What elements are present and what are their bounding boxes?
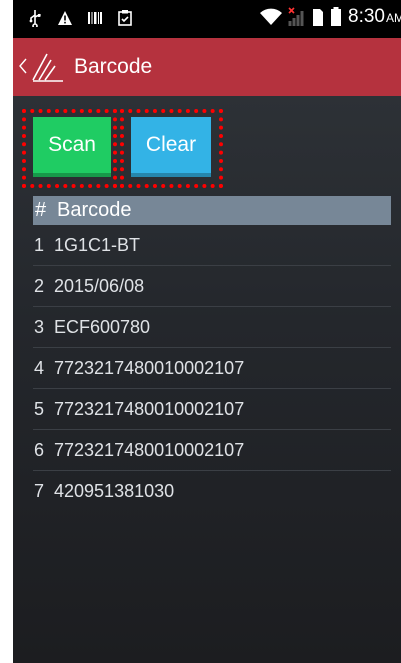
main-content: Scan Clear # Barcode 1 1G1C1-BT 2 2015/0… (13, 96, 401, 663)
sim-icon (313, 9, 324, 26)
row-number: 5 (34, 398, 45, 419)
status-bar: 8:30AM (13, 0, 401, 38)
row-number: 1 (34, 234, 45, 255)
row-barcode: 2015/06/08 (54, 275, 145, 296)
table-row[interactable]: 6 7723217480010002107 (33, 430, 391, 471)
warning-icon (58, 11, 72, 25)
table-row[interactable]: 4 7723217480010002107 (33, 348, 391, 389)
row-number: 6 (34, 439, 45, 460)
no-signal-icon (288, 7, 304, 26)
barcode-notification-icon (88, 12, 102, 24)
table-row[interactable]: 2 2015/06/08 (33, 266, 391, 307)
status-bar-notifications (27, 9, 133, 27)
status-time: 8:30AM (348, 6, 401, 27)
row-barcode: 7723217480010002107 (54, 357, 245, 378)
header-number: # (35, 199, 47, 221)
clear-button[interactable]: Clear (131, 117, 211, 177)
page-title: Barcode (74, 55, 153, 78)
row-number: 7 (34, 481, 45, 501)
clipboard-icon (118, 10, 132, 26)
action-bar: Barcode (13, 38, 401, 96)
status-bar-system: 8:30AM (260, 6, 401, 28)
usb-icon (29, 10, 41, 27)
scan-button[interactable]: Scan (33, 117, 111, 177)
barcode-table: # Barcode 1 1G1C1-BT 2 2015/06/08 3 ECF6… (33, 196, 391, 512)
app-logo-icon[interactable] (31, 50, 67, 84)
table-row[interactable]: 1 1G1C1-BT (33, 225, 391, 266)
row-barcode: 7723217480010002107 (54, 439, 245, 460)
phone-screen: 8:30AM Barcode Scan Clear # Barcode 1 1G… (13, 0, 401, 663)
wifi-icon (260, 8, 283, 25)
table-header: # Barcode (33, 196, 391, 225)
row-number: 2 (34, 275, 45, 296)
row-barcode: ECF600780 (54, 316, 151, 337)
table-row[interactable]: 3 ECF600780 (33, 307, 391, 348)
row-number: 3 (34, 316, 45, 337)
header-barcode: Barcode (57, 199, 132, 221)
table-row[interactable]: 5 7723217480010002107 (33, 389, 391, 430)
row-barcode: 1G1C1-BT (54, 234, 141, 255)
row-barcode: 7723217480010002107 (54, 398, 245, 419)
battery-icon (331, 7, 342, 26)
row-barcode: 420951381030 (54, 481, 175, 501)
back-chevron-icon[interactable] (19, 58, 27, 74)
row-number: 4 (34, 357, 45, 378)
table-row[interactable]: 7 420951381030 (33, 471, 391, 512)
